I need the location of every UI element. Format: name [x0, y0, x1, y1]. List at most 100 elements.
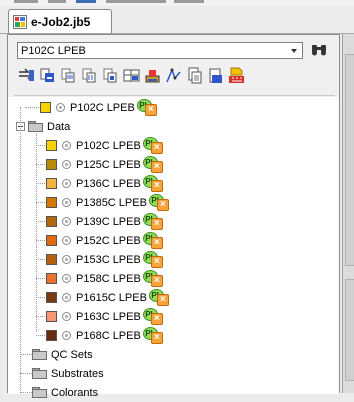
color-swatch: [46, 178, 57, 189]
standard-target-icon: [62, 160, 71, 169]
pass-fail-badge-icon: PL×: [142, 213, 165, 230]
pass-fail-badge-icon: PL×: [148, 289, 171, 306]
fail-marker-icon: ×: [156, 294, 169, 306]
pass-fail-badge-icon: PL×: [148, 194, 171, 211]
job-file-icon: [13, 14, 27, 29]
folder-icon: [32, 349, 47, 360]
tree-item-standard[interactable]: P152C LPEBPL×: [46, 231, 165, 250]
color-swatch: [46, 273, 57, 284]
splitter-handle[interactable]: [345, 279, 354, 381]
panel-toolbar: [18, 67, 245, 84]
fail-marker-icon: ×: [150, 161, 163, 173]
standard-target-icon: [62, 255, 71, 264]
tree-item-label: Data: [47, 120, 71, 133]
color-swatch: [46, 159, 57, 170]
pass-fail-badge-icon: PL×: [142, 137, 165, 154]
color-swatch: [40, 102, 51, 113]
document-tab[interactable]: e-Job2.jb5: [8, 9, 112, 33]
paste-icon[interactable]: [102, 67, 119, 84]
tree-item-standard[interactable]: P153C LPEBPL×: [46, 250, 165, 269]
move-to-icon[interactable]: [18, 67, 35, 84]
document-tab-label: e-Job2.jb5: [31, 14, 91, 29]
tree-folder[interactable]: Substrates: [32, 364, 104, 383]
standard-target-icon: [62, 236, 71, 245]
chart-icon[interactable]: [165, 67, 182, 84]
tree-item-label: P163C LPEB: [76, 310, 141, 323]
tree-item-standard[interactable]: P102C LPEBPL×: [46, 136, 165, 155]
tree-connector: [20, 107, 21, 391]
new-doc-icon[interactable]: [207, 67, 224, 84]
standard-target-icon: [56, 103, 65, 112]
duplicate-icon[interactable]: [60, 67, 77, 84]
copy-icon[interactable]: [81, 67, 98, 84]
color-swatch: [46, 140, 57, 151]
job-tree: P102C LPEBPL×DataP102C LPEBPL×P125C LPEB…: [8, 97, 339, 399]
tree-connector: [36, 145, 45, 146]
tree-folder-data[interactable]: Data: [28, 117, 70, 136]
splitter-handle[interactable]: [345, 54, 354, 266]
tree-item-label: P102C LPEB: [76, 139, 141, 152]
measure-icon[interactable]: [144, 67, 161, 84]
tree-item-label: P1385C LPEB: [76, 196, 147, 209]
tree-connector: [36, 240, 45, 241]
tree-item-label: P168C LPEB: [76, 329, 141, 342]
tree-connector: [36, 278, 45, 279]
tree-item-standard[interactable]: P136C LPEBPL×: [46, 174, 165, 193]
partial-toolbar-icon: [48, 0, 66, 3]
fail-marker-icon: ×: [150, 142, 163, 154]
chevron-down-icon[interactable]: [291, 48, 297, 53]
standard-target-icon: [62, 331, 71, 340]
tree-root-standard[interactable]: P102C LPEBPL×: [40, 98, 159, 117]
tree-connector: [36, 164, 45, 165]
pass-fail-badge-icon: PL×: [142, 308, 165, 325]
standard-target-icon: [62, 141, 71, 150]
tree-connector: [36, 297, 45, 298]
tree-folder[interactable]: QC Sets: [32, 345, 93, 364]
pass-fail-badge-icon: PL×: [142, 156, 165, 173]
color-swatch: [46, 292, 57, 303]
color-swatch: [46, 311, 57, 322]
tree-item-label: P125C LPEB: [76, 158, 141, 171]
partial-toolbar-icon: [14, 0, 38, 3]
standard-target-icon: [62, 312, 71, 321]
standard-target-icon: [62, 274, 71, 283]
job-panel: P102C LPEB P102C LPEB × Data P102C LPEB …: [7, 34, 340, 399]
pass-fail-badge-icon: PL×: [142, 232, 165, 249]
fail-marker-icon: ×: [144, 104, 157, 116]
fail-marker-icon: ×: [156, 199, 169, 211]
report-icon[interactable]: [186, 67, 203, 84]
color-swatch: [46, 254, 57, 265]
binoculars-search-icon[interactable]: [311, 44, 327, 59]
tree-item-label: QC Sets: [51, 348, 93, 361]
fail-marker-icon: ×: [150, 237, 163, 249]
standard-target-icon: [62, 179, 71, 188]
tree-item-standard[interactable]: P125C LPEBPL×: [46, 155, 165, 174]
standard-target-icon: [62, 217, 71, 226]
color-swatch: [46, 216, 57, 227]
right-splitter[interactable]: [342, 34, 354, 393]
partial-toolbar-icon: [106, 0, 166, 3]
fail-marker-icon: ×: [150, 313, 163, 325]
standard-target-icon: [62, 198, 71, 207]
tree-item-standard[interactable]: P163C LPEBPL×: [46, 307, 165, 326]
tree-item-standard[interactable]: P158C LPEBPL×: [46, 269, 165, 288]
toolbar-divider: [14, 95, 335, 96]
partial-toolbar-icon: [76, 0, 96, 3]
tree-item-standard[interactable]: P168C LPEBPL×: [46, 326, 165, 345]
color-swatch: [46, 197, 57, 208]
export-pdf-icon[interactable]: [228, 67, 245, 84]
tree-item-standard[interactable]: P1385C LPEBPL×: [46, 193, 171, 212]
tree-item-standard[interactable]: P1615C LPEBPL×: [46, 288, 171, 307]
fail-marker-icon: ×: [150, 180, 163, 192]
color-swatch: [46, 330, 57, 341]
pass-fail-badge-icon: PL×: [142, 175, 165, 192]
compare-icon[interactable]: [123, 67, 140, 84]
tree-connector: [36, 183, 45, 184]
tree-connector: [36, 316, 45, 317]
add-standard-icon[interactable]: [39, 67, 56, 84]
standard-selector-value: P102C LPEB: [21, 44, 86, 57]
tree-connector: [36, 131, 37, 332]
tree-item-standard[interactable]: P139C LPEBPL×: [46, 212, 165, 231]
standard-selector[interactable]: P102C LPEB: [17, 42, 303, 59]
tree-item-label: P136C LPEB: [76, 177, 141, 190]
